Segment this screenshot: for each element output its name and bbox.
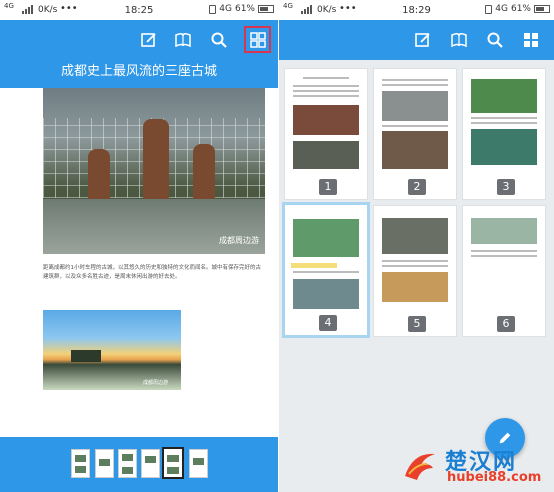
- book-icon[interactable]: [172, 29, 194, 51]
- site-watermark-logo: 楚汉网 hubei88.com: [395, 440, 554, 492]
- photo-statues: 成都周边游: [43, 88, 265, 254]
- edit-icon[interactable]: [138, 29, 160, 51]
- edit-icon[interactable]: [412, 29, 434, 51]
- page-number: 6: [497, 316, 515, 332]
- battery-icon: [258, 5, 274, 13]
- page-card[interactable]: 5: [373, 205, 457, 337]
- thumbnail[interactable]: [71, 449, 90, 478]
- page-card[interactable]: 2: [373, 68, 457, 200]
- book-icon[interactable]: [448, 29, 470, 51]
- vibrate-icon: [209, 4, 217, 14]
- thumbnail[interactable]: [141, 449, 160, 478]
- network-type: 4G: [219, 4, 232, 14]
- grid-view-icon[interactable]: [520, 29, 542, 51]
- page-card[interactable]: 6: [462, 205, 546, 337]
- battery-percent: 61%: [510, 4, 531, 14]
- network-type: 4G: [495, 4, 508, 14]
- thumbnail[interactable]: [95, 449, 114, 478]
- document-title: 成都史上最风流的三座古城: [0, 60, 278, 88]
- grid-view-icon[interactable]: [244, 26, 271, 53]
- thumbnail[interactable]: [189, 449, 208, 478]
- watermark-url: hubei88.com: [447, 470, 542, 485]
- thumbnail-current[interactable]: [162, 447, 184, 479]
- top-toolbar: [279, 20, 554, 60]
- search-icon[interactable]: [208, 29, 230, 51]
- photo-pavilion: 成都周边游: [43, 310, 181, 390]
- phoenix-logo-icon: [405, 453, 435, 480]
- page-number: 2: [408, 179, 426, 195]
- page-thumbnail-strip: [0, 437, 278, 492]
- document-page[interactable]: 成都周边游 距离成都约1小时车程的古城，以其悠久的历史和独特的文化而闻名。城中有…: [0, 88, 278, 434]
- vibrate-icon: [485, 4, 493, 14]
- page-card[interactable]: 3: [462, 68, 546, 200]
- page-number: 1: [319, 179, 337, 195]
- right-screen: 4G 0K/s ••• 18:29 4G 61% 1 2 3 4 5 6: [279, 0, 554, 492]
- status-bar: 4G 0K/s ••• 18:29 4G 61%: [279, 0, 554, 20]
- page-number: 4: [319, 315, 337, 331]
- battery-percent: 61%: [234, 4, 255, 14]
- search-icon[interactable]: [484, 29, 506, 51]
- photo2-watermark: 成都周边游: [143, 380, 169, 386]
- photo-watermark: 成都周边游: [219, 236, 259, 245]
- page-number: 5: [408, 316, 426, 332]
- status-bar: 4G 0K/s ••• 18:25 4G 61%: [0, 0, 278, 20]
- page-card[interactable]: 1: [284, 68, 368, 200]
- page-number: 3: [497, 179, 515, 195]
- page-card-selected[interactable]: 4: [282, 202, 370, 338]
- top-toolbar: [0, 20, 278, 60]
- battery-icon: [534, 5, 550, 13]
- left-screen: 4G 0K/s ••• 18:25 4G 61% 成都史上最风流的三座古城 成都…: [0, 0, 278, 492]
- thumbnail[interactable]: [118, 449, 137, 478]
- body-paragraph: 距离成都约1小时车程的古城，以其悠久的历史和独特的文化而闻名。城中有保存完好的古…: [43, 265, 262, 280]
